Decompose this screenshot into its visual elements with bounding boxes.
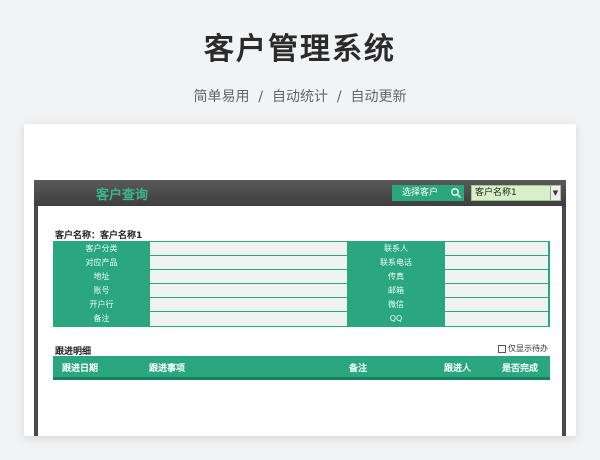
info-row: 备注 QQ [54, 312, 549, 326]
page-title: 客户管理系统 [204, 32, 396, 67]
customer-name-value: 客户名称1 [100, 231, 143, 241]
only-pending-label[interactable]: 仅显示待办 [508, 343, 548, 354]
info-label: 对应产品 [54, 256, 149, 270]
customer-name-label: 客户名称： [55, 231, 101, 241]
info-row: 账号 邮箱 [54, 284, 549, 298]
info-value[interactable] [149, 284, 348, 298]
customer-name-line: 客户名称：客户名称1 [55, 228, 142, 241]
info-value[interactable] [444, 256, 549, 270]
info-value[interactable] [149, 298, 348, 312]
info-value[interactable] [444, 270, 549, 284]
column-header-done[interactable]: 是否完成 [502, 361, 538, 374]
toolbar: 客户查询 选择客户 客户名称1 ▼ [34, 180, 566, 206]
info-row: 地址 传真 [54, 270, 549, 284]
info-value[interactable] [149, 270, 348, 284]
info-label: 客户分类 [54, 242, 149, 256]
info-label: 联系电话 [348, 256, 444, 270]
only-pending-checkbox[interactable] [498, 345, 506, 353]
customer-select[interactable]: 客户名称1 ▼ [471, 185, 561, 201]
dropdown-arrow-icon[interactable]: ▼ [550, 186, 560, 200]
info-value[interactable] [444, 242, 549, 256]
info-value[interactable] [444, 284, 549, 298]
page-subtitle: 简单易用 / 自动统计 / 自动更新 [193, 89, 407, 105]
info-value[interactable] [149, 312, 348, 326]
info-value[interactable] [149, 256, 348, 270]
column-header-item[interactable]: 跟进事项 [149, 361, 185, 374]
info-row: 客户分类 联系人 [54, 242, 549, 256]
info-label: 开户行 [54, 298, 149, 312]
customer-select-value: 客户名称1 [475, 188, 517, 198]
customer-info-table: 客户分类 联系人 对应产品 联系电话 地址 传真 账号 邮箱 开户行 微信 备注… [53, 241, 550, 327]
info-label: 账号 [54, 284, 149, 298]
info-row: 开户行 微信 [54, 298, 549, 312]
column-header-note[interactable]: 备注 [349, 361, 367, 374]
info-label: 传真 [348, 270, 444, 284]
info-label: 联系人 [348, 242, 444, 256]
info-label: 地址 [54, 270, 149, 284]
info-label: 备注 [54, 312, 149, 326]
info-label: 微信 [348, 298, 444, 312]
info-row: 对应产品 联系电话 [54, 256, 549, 270]
toolbar-title: 客户查询 [96, 188, 149, 203]
info-value[interactable] [444, 298, 549, 312]
followup-table-header: 跟进日期 跟进事项 备注 跟进人 是否完成 [53, 356, 550, 380]
column-header-person[interactable]: 跟进人 [444, 361, 471, 374]
info-value[interactable] [444, 312, 549, 326]
info-label: QQ [348, 312, 444, 326]
search-icon[interactable] [450, 187, 462, 199]
info-label: 邮箱 [348, 284, 444, 298]
app-window: 客户查询 选择客户 客户名称1 ▼ 客户名称：客户名称1 客户分类 联系人 对应… [24, 124, 576, 436]
info-value[interactable] [149, 242, 348, 256]
column-header-date[interactable]: 跟进日期 [62, 361, 98, 374]
